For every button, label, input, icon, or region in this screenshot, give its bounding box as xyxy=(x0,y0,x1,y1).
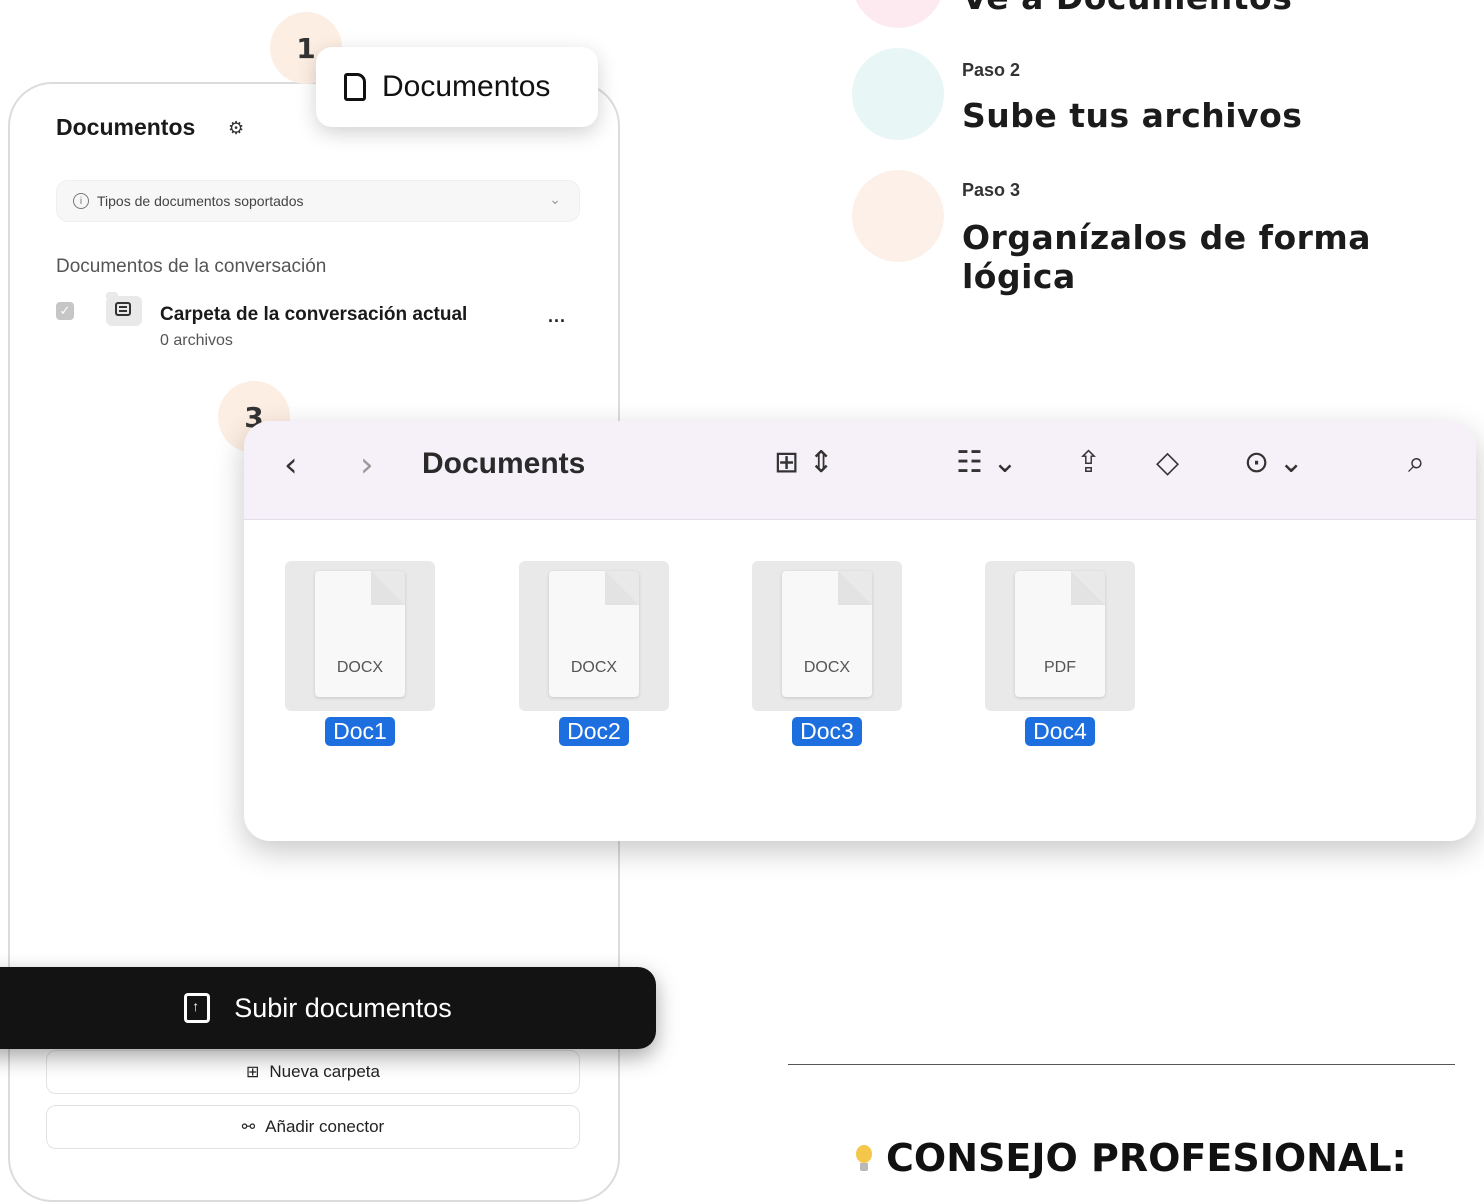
new-folder-label: Nueva carpeta xyxy=(269,1062,380,1081)
supported-types-label: Tipos de documentos soportados xyxy=(97,193,304,209)
file-item[interactable]: PDF Doc4 xyxy=(985,561,1135,746)
step2-kicker: Paso 2 xyxy=(962,60,1021,80)
back-chevron-icon[interactable]: ‹ xyxy=(284,445,298,485)
add-connector-label: Añadir conector xyxy=(265,1117,385,1136)
more-actions-icon[interactable]: ⊙ ⌄ xyxy=(1244,445,1304,480)
step3-kicker: Paso 3 xyxy=(962,180,1021,200)
file-name: Doc3 xyxy=(792,717,862,746)
pro-tip-heading: CONSEJO PROFESIONAL: xyxy=(852,1136,1407,1180)
supported-types-dropdown[interactable]: i Tipos de documentos soportados ⌄ xyxy=(56,180,580,222)
documentos-nav-callout[interactable]: Documentos xyxy=(316,47,598,127)
upload-documents-button[interactable]: ↑ Subir documentos xyxy=(0,967,656,1049)
document-icon xyxy=(344,73,366,101)
add-connector-button[interactable]: ⚯ Añadir conector xyxy=(46,1105,580,1149)
folder-count: 0 archivos xyxy=(160,332,233,349)
chevron-down-icon: ⌄ xyxy=(549,191,561,207)
file-name: Doc2 xyxy=(559,717,629,746)
forward-chevron-icon[interactable]: › xyxy=(360,445,374,485)
connector-icon: ⚯ xyxy=(241,1119,256,1136)
file-thumbnail: DOCX xyxy=(285,561,435,711)
file-ext: DOCX xyxy=(570,659,618,676)
tag-icon[interactable]: ◇ xyxy=(1156,445,1179,480)
file-item[interactable]: DOCX Doc3 xyxy=(752,561,902,746)
step2-circle xyxy=(852,48,944,140)
file-ext: PDF xyxy=(1044,659,1076,676)
pro-tip-label: CONSEJO PROFESIONAL: xyxy=(886,1136,1407,1180)
file-name: Doc1 xyxy=(325,717,395,746)
more-options-button[interactable]: ... xyxy=(548,306,566,327)
folder-plus-icon: ⊞ xyxy=(246,1064,260,1081)
gear-icon[interactable]: ⚙ xyxy=(228,118,244,139)
step3-title: Organízalos de forma lógica xyxy=(962,218,1372,296)
upload-icon: ↑ xyxy=(184,993,211,1023)
finder-title: Documents xyxy=(422,447,586,480)
step2-title: Sube tus archivos xyxy=(962,96,1303,135)
group-view-icon[interactable]: ☷ ⌄ xyxy=(956,445,1018,480)
search-icon[interactable]: ⌕ xyxy=(1408,445,1425,480)
new-folder-button[interactable]: ⊞ Nueva carpeta xyxy=(46,1050,580,1094)
share-icon[interactable]: ⇪ xyxy=(1076,445,1101,480)
file-thumbnail: DOCX xyxy=(519,561,669,711)
lightbulb-icon xyxy=(852,1139,876,1177)
file-ext: DOCX xyxy=(336,659,384,676)
folder-name[interactable]: Carpeta de la conversación actual xyxy=(160,304,467,326)
panel-title: Documentos xyxy=(56,114,196,140)
file-item[interactable]: DOCX Doc1 xyxy=(285,561,435,746)
file-name: Doc4 xyxy=(1025,717,1095,746)
file-thumbnail: DOCX xyxy=(752,561,902,711)
step1-circle xyxy=(852,0,944,28)
file-item[interactable]: DOCX Doc2 xyxy=(519,561,669,746)
upload-label: Subir documentos xyxy=(234,992,452,1023)
file-ext: DOCX xyxy=(803,659,851,676)
file-thumbnail: PDF xyxy=(985,561,1135,711)
divider xyxy=(788,1064,1455,1065)
folder-checkbox[interactable]: ✓ xyxy=(56,302,74,320)
step1-title: Ve a Documentos xyxy=(962,0,1292,17)
finder-window: ‹ › Documents ⊞ ⇕ ☷ ⌄ ⇪ ◇ ⊙ ⌄ ⌕ DOCX Doc… xyxy=(244,421,1476,841)
finder-toolbar: ‹ › Documents ⊞ ⇕ ☷ ⌄ ⇪ ◇ ⊙ ⌄ ⌕ xyxy=(244,421,1476,520)
step3-circle xyxy=(852,170,944,262)
grid-view-icon[interactable]: ⊞ ⇕ xyxy=(774,445,834,480)
conversation-docs-label: Documentos de la conversación xyxy=(56,256,327,277)
folder-icon xyxy=(106,292,142,326)
callout-label: Documentos xyxy=(382,70,551,103)
info-icon: i xyxy=(73,193,89,209)
